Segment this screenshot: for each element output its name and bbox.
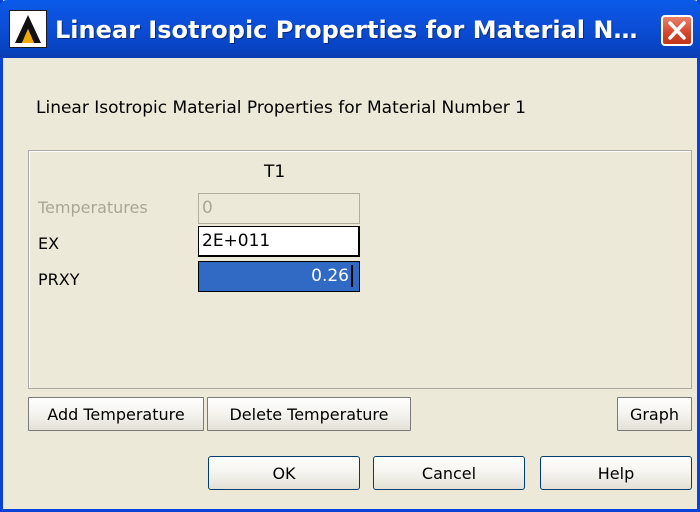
temperatures-field: 0 bbox=[198, 193, 360, 224]
window-title: Linear Isotropic Properties for Material… bbox=[55, 16, 650, 44]
ex-field[interactable]: 2E+011 bbox=[198, 226, 360, 257]
cancel-button[interactable]: Cancel bbox=[373, 456, 525, 490]
prxy-field[interactable]: 0.26 bbox=[198, 261, 360, 292]
text-caret bbox=[351, 265, 353, 287]
property-grid-panel bbox=[28, 150, 692, 389]
column-header-t1: T1 bbox=[264, 162, 286, 182]
graph-button[interactable]: Graph bbox=[617, 397, 692, 431]
row-label-prxy: PRXY bbox=[38, 270, 80, 289]
ok-button[interactable]: OK bbox=[208, 456, 360, 490]
help-button[interactable]: Help bbox=[540, 456, 692, 490]
ansys-logo-icon bbox=[9, 10, 47, 48]
prxy-value: 0.26 bbox=[311, 266, 349, 286]
row-label-ex: EX bbox=[38, 234, 60, 253]
add-temperature-button[interactable]: Add Temperature bbox=[28, 397, 204, 431]
delete-temperature-button[interactable]: Delete Temperature bbox=[207, 397, 411, 431]
title-bar[interactable]: Linear Isotropic Properties for Material… bbox=[0, 0, 700, 58]
close-icon bbox=[668, 21, 686, 40]
dialog-window: Linear Isotropic Properties for Material… bbox=[0, 0, 700, 512]
dialog-heading: Linear Isotropic Material Properties for… bbox=[36, 98, 526, 118]
row-label-temperatures: Temperatures bbox=[38, 198, 148, 217]
close-button[interactable] bbox=[661, 15, 693, 46]
